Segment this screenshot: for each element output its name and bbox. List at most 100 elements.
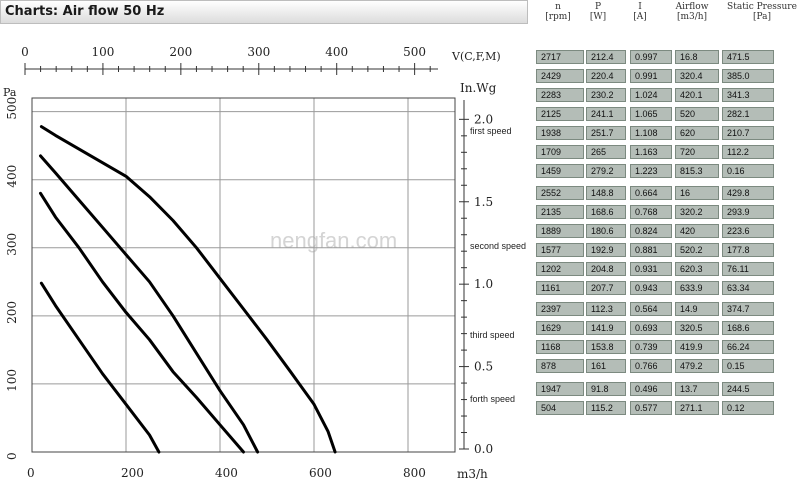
table-cell: 2397 xyxy=(536,302,584,316)
table-cell: 0.943 xyxy=(630,281,672,295)
table-cell: 0.564 xyxy=(630,302,672,316)
table-cell: 0.577 xyxy=(630,401,672,415)
table-cell: 385.0 xyxy=(722,69,774,83)
table-cell: 815.3 xyxy=(675,164,719,178)
table-cell: 161 xyxy=(586,359,626,373)
table-cell: 279.2 xyxy=(586,164,626,178)
table-cell: 241.1 xyxy=(586,107,626,121)
table-cell: 420 xyxy=(675,224,719,238)
table-cell: 115.2 xyxy=(586,401,626,415)
table-cell: 220.4 xyxy=(586,69,626,83)
table-cell: 265 xyxy=(586,145,626,159)
table-cell: 2429 xyxy=(536,69,584,83)
table-cell: 1202 xyxy=(536,262,584,276)
table-cell: 320.4 xyxy=(675,69,719,83)
table-cell: 374.7 xyxy=(722,302,774,316)
table-cell: 0.881 xyxy=(630,243,672,257)
column-header-unit: [Pa] xyxy=(752,12,772,22)
table-cell: 112.3 xyxy=(586,302,626,316)
table-cell: 2552 xyxy=(536,186,584,200)
table-cell: 230.2 xyxy=(586,88,626,102)
speed-group-label: first speed xyxy=(470,126,512,136)
table-cell: 1.024 xyxy=(630,88,672,102)
table-cell: 419.9 xyxy=(675,340,719,354)
table-cell: 620 xyxy=(675,126,719,140)
table-cell: 16 xyxy=(675,186,719,200)
table-cell: 207.7 xyxy=(586,281,626,295)
table-cell: 520.2 xyxy=(675,243,719,257)
table-cell: 429.8 xyxy=(722,186,774,200)
table-cell: 244.5 xyxy=(722,382,774,396)
table-cell: 1.163 xyxy=(630,145,672,159)
spec-table: n [rpm] P [W] I [A] Airflow [m3/h] Static Pressu… xyxy=(0,0,806,486)
table-cell: 479.2 xyxy=(675,359,719,373)
table-cell: 293.9 xyxy=(722,205,774,219)
table-cell: 1.223 xyxy=(630,164,672,178)
table-cell: 251.7 xyxy=(586,126,626,140)
table-cell: 720 xyxy=(675,145,719,159)
table-cell: 112.2 xyxy=(722,145,774,159)
table-cell: 13.7 xyxy=(675,382,719,396)
speed-group-label: forth speed xyxy=(470,394,516,404)
table-cell: 0.496 xyxy=(630,382,672,396)
table-cell: 192.9 xyxy=(586,243,626,257)
table-cell: 0.15 xyxy=(722,359,774,373)
table-cell: 204.8 xyxy=(586,262,626,276)
table-cell: 1577 xyxy=(536,243,584,257)
table-cell: 148.8 xyxy=(586,186,626,200)
table-cell: 1.108 xyxy=(630,126,672,140)
table-cell: 210.7 xyxy=(722,126,774,140)
table-cell: 341.3 xyxy=(722,88,774,102)
table-cell: 212.4 xyxy=(586,50,626,64)
table-cell: 620.3 xyxy=(675,262,719,276)
table-cell: 66.24 xyxy=(722,340,774,354)
table-cell: 76.11 xyxy=(722,262,774,276)
table-cell: 0.997 xyxy=(630,50,672,64)
table-cell: 0.12 xyxy=(722,401,774,415)
table-cell: 1161 xyxy=(536,281,584,295)
table-cell: 177.8 xyxy=(722,243,774,257)
table-cell: 223.6 xyxy=(722,224,774,238)
table-cell: 2125 xyxy=(536,107,584,121)
table-cell: 1.065 xyxy=(630,107,672,121)
table-cell: 63.34 xyxy=(722,281,774,295)
table-cell: 633.9 xyxy=(675,281,719,295)
table-cell: 1168 xyxy=(536,340,584,354)
table-cell: 1629 xyxy=(536,321,584,335)
table-cell: 320.2 xyxy=(675,205,719,219)
table-cell: 16.8 xyxy=(675,50,719,64)
speed-group-label: third speed xyxy=(470,330,515,340)
table-cell: 168.6 xyxy=(586,205,626,219)
table-cell: 0.664 xyxy=(630,186,672,200)
column-header-name: Static Pressure xyxy=(727,2,797,12)
speed-group-label: second speed xyxy=(470,241,527,251)
table-cell: 2717 xyxy=(536,50,584,64)
table-cell: 282.1 xyxy=(722,107,774,121)
table-cell: 168.6 xyxy=(722,321,774,335)
table-cell: 0.16 xyxy=(722,164,774,178)
table-cell: 0.824 xyxy=(630,224,672,238)
column-header: Static Pressure [Pa] xyxy=(712,2,806,22)
table-cell: 520 xyxy=(675,107,719,121)
table-cell: 0.991 xyxy=(630,69,672,83)
table-cell: 1938 xyxy=(536,126,584,140)
table-cell: 320.5 xyxy=(675,321,719,335)
table-cell: 0.768 xyxy=(630,205,672,219)
table-cell: 471.5 xyxy=(722,50,774,64)
table-cell: 1459 xyxy=(536,164,584,178)
table-cell: 153.8 xyxy=(586,340,626,354)
table-cell: 271.1 xyxy=(675,401,719,415)
table-cell: 141.9 xyxy=(586,321,626,335)
table-cell: 0.739 xyxy=(630,340,672,354)
table-cell: 0.766 xyxy=(630,359,672,373)
table-cell: 14.9 xyxy=(675,302,719,316)
table-cell: 91.8 xyxy=(586,382,626,396)
table-cell: 420.1 xyxy=(675,88,719,102)
table-cell: 0.931 xyxy=(630,262,672,276)
table-cell: 1947 xyxy=(536,382,584,396)
table-cell: 180.6 xyxy=(586,224,626,238)
table-cell: 878 xyxy=(536,359,584,373)
table-cell: 504 xyxy=(536,401,584,415)
table-cell: 1889 xyxy=(536,224,584,238)
table-cell: 2283 xyxy=(536,88,584,102)
